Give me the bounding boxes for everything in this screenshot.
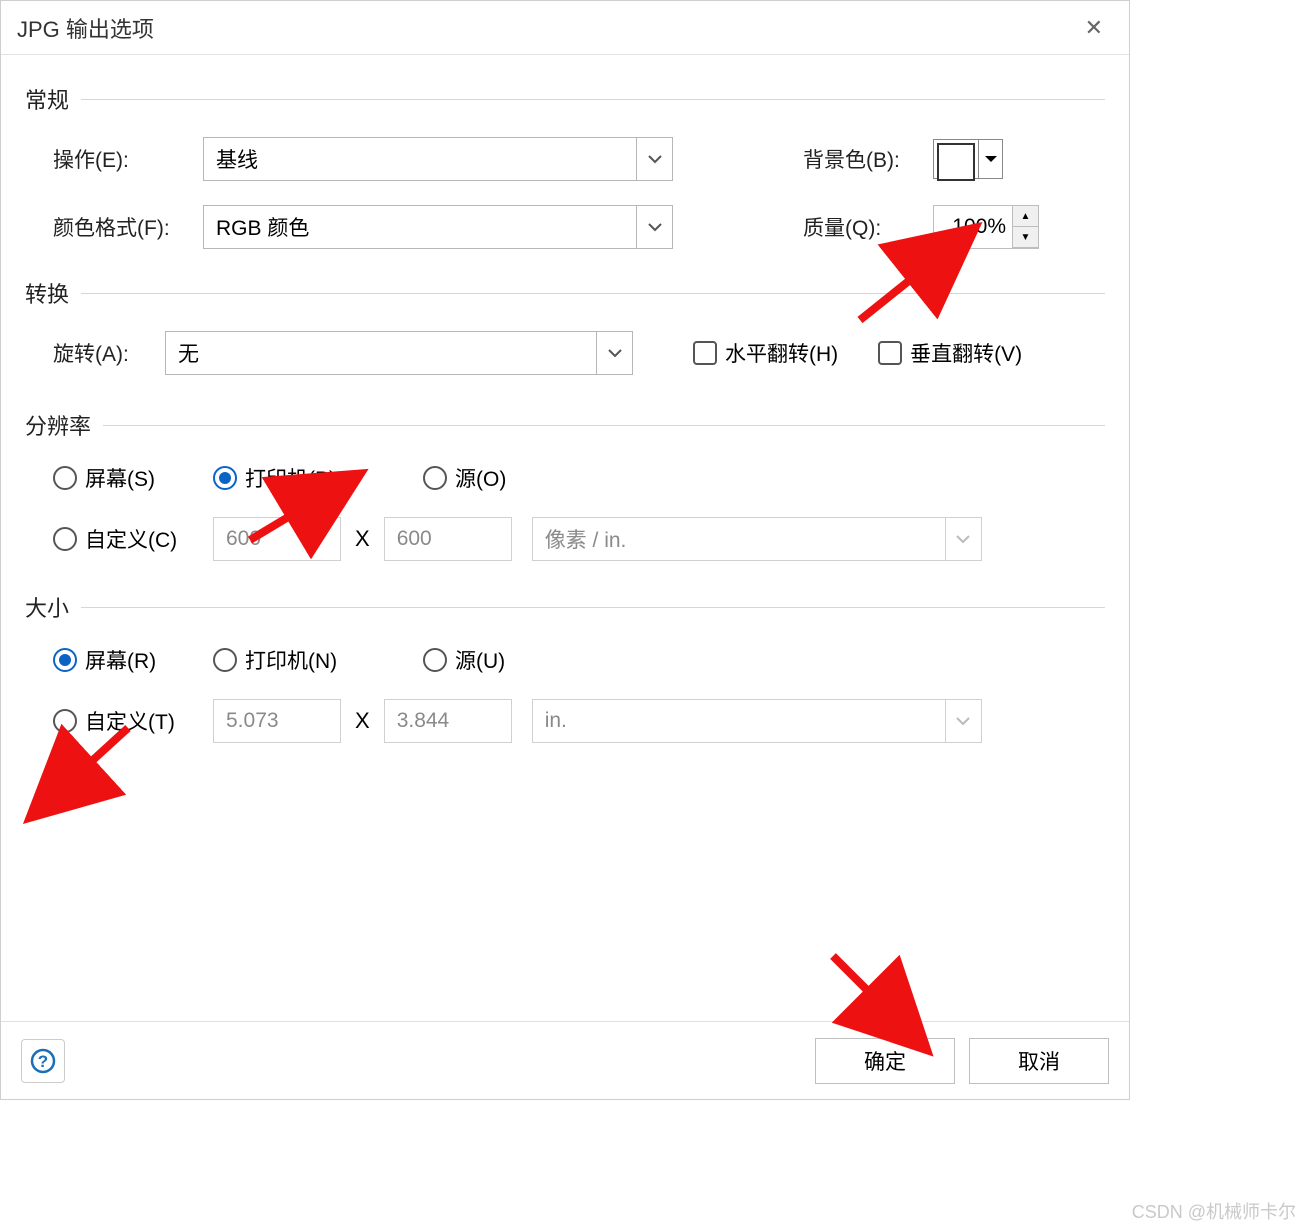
dialog-footer: ? 确定 取消 bbox=[1, 1021, 1129, 1099]
chevron-down-icon bbox=[636, 206, 672, 248]
res-source-label: 源(O) bbox=[455, 463, 506, 493]
quality-spinner[interactable]: ▲ ▼ bbox=[933, 205, 1039, 249]
group-size-label: 大小 bbox=[25, 591, 69, 623]
radio-icon bbox=[213, 648, 237, 672]
rotate-select[interactable]: 无 bbox=[165, 331, 633, 375]
help-button[interactable]: ? bbox=[21, 1039, 65, 1083]
jpg-output-dialog: JPG 输出选项 ✕ 常规 操作(E): 基线 背景色(B): bbox=[0, 0, 1130, 1100]
res-screen-radio[interactable]: 屏幕(S) bbox=[53, 463, 213, 493]
quality-input[interactable] bbox=[934, 206, 1012, 248]
radio-icon bbox=[53, 709, 77, 733]
close-icon[interactable]: ✕ bbox=[1075, 11, 1113, 45]
flip-v-check[interactable]: 垂直翻转(V) bbox=[878, 338, 1022, 368]
res-unit-select[interactable]: 像素 / in. bbox=[532, 517, 982, 561]
row-resolution-custom: 自定义(C) X 像素 / in. bbox=[25, 517, 1105, 561]
color-format-select[interactable]: RGB 颜色 bbox=[203, 205, 673, 249]
size-height-input[interactable] bbox=[384, 699, 512, 743]
dialog-content: 常规 操作(E): 基线 背景色(B): 颜色格式(F): RGB 颜 bbox=[1, 55, 1129, 743]
group-transform: 转换 bbox=[25, 277, 1105, 309]
watermark-text: CSDN @机械师卡尔 bbox=[1132, 1198, 1296, 1224]
size-printer-label: 打印机(N) bbox=[245, 645, 337, 675]
rotate-label: 旋转(A): bbox=[53, 338, 165, 368]
bg-label: 背景色(B): bbox=[803, 144, 933, 174]
color-format-value: RGB 颜色 bbox=[216, 212, 309, 242]
titlebar: JPG 输出选项 ✕ bbox=[1, 1, 1129, 55]
row-resolution-radios: 屏幕(S) 打印机(P) 源(O) bbox=[25, 463, 1105, 493]
size-unit-select[interactable]: in. bbox=[532, 699, 982, 743]
size-source-label: 源(U) bbox=[455, 645, 505, 675]
divider bbox=[103, 425, 1105, 426]
flip-h-label: 水平翻转(H) bbox=[725, 338, 838, 368]
radio-icon bbox=[53, 527, 77, 551]
divider bbox=[81, 293, 1105, 294]
cancel-label: 取消 bbox=[1018, 1046, 1060, 1076]
radio-icon bbox=[53, 466, 77, 490]
color-swatch-white bbox=[937, 143, 975, 181]
spinner-buttons: ▲ ▼ bbox=[1012, 206, 1038, 248]
radio-icon bbox=[53, 648, 77, 672]
row-size-custom: 自定义(T) X in. bbox=[25, 699, 1105, 743]
cancel-button[interactable]: 取消 bbox=[969, 1038, 1109, 1084]
res-printer-label: 打印机(P) bbox=[245, 463, 336, 493]
flip-h-check[interactable]: 水平翻转(H) bbox=[693, 338, 838, 368]
spin-up-icon[interactable]: ▲ bbox=[1012, 206, 1038, 227]
group-general: 常规 bbox=[25, 83, 1105, 115]
size-screen-radio[interactable]: 屏幕(R) bbox=[53, 645, 213, 675]
res-source-radio[interactable]: 源(O) bbox=[423, 463, 506, 493]
res-custom-radio[interactable]: 自定义(C) bbox=[53, 524, 213, 554]
radio-icon bbox=[423, 466, 447, 490]
radio-icon bbox=[213, 466, 237, 490]
flip-v-label: 垂直翻转(V) bbox=[910, 338, 1022, 368]
radio-icon bbox=[423, 648, 447, 672]
size-unit-value: in. bbox=[545, 709, 567, 733]
ok-button[interactable]: 确定 bbox=[815, 1038, 955, 1084]
size-printer-radio[interactable]: 打印机(N) bbox=[213, 645, 423, 675]
x-separator: X bbox=[355, 708, 370, 734]
group-transform-label: 转换 bbox=[25, 277, 69, 309]
row-rotate: 旋转(A): 无 水平翻转(H) 垂直翻转(V) bbox=[25, 331, 1105, 375]
operation-select[interactable]: 基线 bbox=[203, 137, 673, 181]
chevron-down-icon bbox=[945, 700, 981, 742]
divider bbox=[81, 99, 1105, 100]
chevron-down-icon bbox=[945, 518, 981, 560]
operation-value: 基线 bbox=[216, 144, 258, 174]
spin-down-icon[interactable]: ▼ bbox=[1012, 227, 1038, 248]
row-colorformat: 颜色格式(F): RGB 颜色 质量(Q): ▲ ▼ bbox=[25, 205, 1105, 249]
divider bbox=[81, 607, 1105, 608]
row-operation: 操作(E): 基线 背景色(B): bbox=[25, 137, 1105, 181]
res-width-input[interactable] bbox=[213, 517, 341, 561]
quality-label: 质量(Q): bbox=[803, 212, 933, 242]
size-custom-label: 自定义(T) bbox=[85, 706, 175, 736]
group-general-label: 常规 bbox=[25, 83, 69, 115]
dropdown-icon bbox=[978, 140, 1002, 178]
chevron-down-icon bbox=[596, 332, 632, 374]
help-icon: ? bbox=[30, 1048, 56, 1074]
size-source-radio[interactable]: 源(U) bbox=[423, 645, 505, 675]
res-printer-radio[interactable]: 打印机(P) bbox=[213, 463, 423, 493]
res-height-input[interactable] bbox=[384, 517, 512, 561]
checkbox-icon bbox=[693, 341, 717, 365]
chevron-down-icon bbox=[636, 138, 672, 180]
size-custom-radio[interactable]: 自定义(T) bbox=[53, 706, 213, 736]
bg-color-picker[interactable] bbox=[933, 139, 1003, 179]
size-screen-label: 屏幕(R) bbox=[85, 645, 156, 675]
ok-label: 确定 bbox=[864, 1046, 906, 1076]
row-size-radios: 屏幕(R) 打印机(N) 源(U) bbox=[25, 645, 1105, 675]
checkbox-icon bbox=[878, 341, 902, 365]
svg-text:?: ? bbox=[38, 1052, 48, 1071]
size-width-input[interactable] bbox=[213, 699, 341, 743]
group-size: 大小 bbox=[25, 591, 1105, 623]
group-resolution: 分辨率 bbox=[25, 409, 1105, 441]
res-screen-label: 屏幕(S) bbox=[85, 463, 155, 493]
group-resolution-label: 分辨率 bbox=[25, 409, 91, 441]
operation-label: 操作(E): bbox=[53, 144, 203, 174]
res-unit-value: 像素 / in. bbox=[545, 524, 627, 554]
color-format-label: 颜色格式(F): bbox=[53, 212, 203, 242]
window-title: JPG 输出选项 bbox=[17, 12, 154, 44]
x-separator: X bbox=[355, 526, 370, 552]
rotate-value: 无 bbox=[178, 338, 199, 368]
res-custom-label: 自定义(C) bbox=[85, 524, 177, 554]
